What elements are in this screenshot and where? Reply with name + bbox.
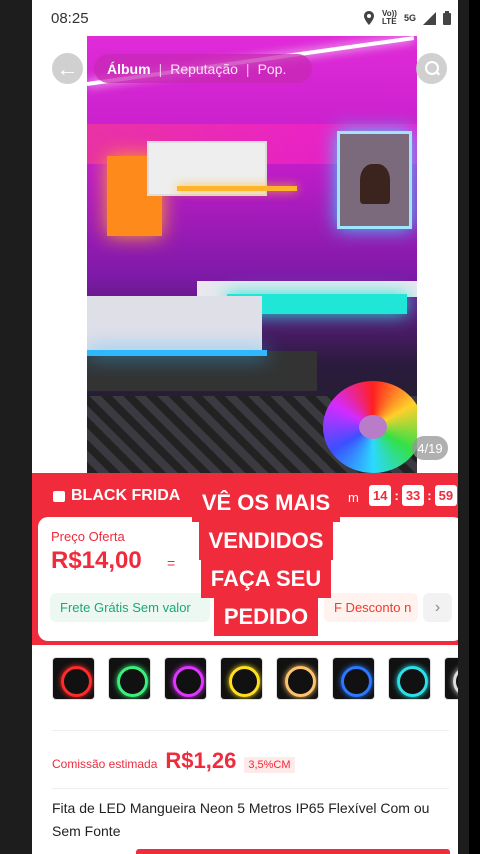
tab-separator: | — [158, 60, 163, 77]
product-image[interactable] — [87, 36, 417, 473]
battery-icon — [443, 11, 451, 25]
status-icons: Vo)) LTE 5G — [363, 10, 451, 26]
signal-icon — [423, 11, 436, 25]
timer-hours: 14 — [369, 485, 392, 506]
caption-line: FAÇA SEU — [200, 560, 332, 598]
right-frame — [458, 0, 469, 854]
tab-popular[interactable]: Pop. — [258, 61, 287, 77]
network-type: 5G — [403, 13, 416, 23]
variant-thumbnail[interactable] — [52, 657, 95, 700]
variant-thumbnail[interactable] — [164, 657, 207, 700]
image-counter: 4/19 — [412, 436, 448, 460]
black-friday-banner: BLACK FRIDA — [53, 487, 180, 505]
shopping-bag-icon — [53, 490, 65, 502]
variant-thumbnail[interactable] — [108, 657, 151, 700]
commission-row: Comissão estimada R$1,26 3,5%CM — [52, 748, 295, 774]
product-title: Fita de LED Mangueira Neon 5 Metros IP65… — [52, 800, 430, 839]
back-button[interactable]: ← — [52, 53, 83, 84]
led-roll-image — [323, 381, 417, 473]
buy-button[interactable] — [136, 849, 450, 854]
status-bar: 08:25 Vo)) LTE 5G — [32, 0, 469, 36]
clock: 08:25 — [51, 9, 89, 27]
variant-thumbnails — [52, 657, 469, 700]
left-frame — [0, 0, 32, 854]
commission-percent: 3,5%CM — [244, 757, 295, 773]
variant-thumbnail[interactable] — [276, 657, 319, 700]
location-icon — [364, 11, 375, 25]
tab-album[interactable]: Álbum — [107, 61, 151, 77]
countdown-timer: 14 : 33 : 59 — [369, 485, 458, 506]
timer-minutes: 33 — [401, 485, 425, 506]
tab-separator: | — [245, 60, 250, 77]
chevron-right-icon[interactable]: › — [423, 593, 452, 622]
variant-thumbnail[interactable] — [388, 657, 431, 700]
offer-price: R$14,00 — [51, 547, 142, 574]
divider — [52, 788, 449, 789]
commission-label: Comissão estimada — [52, 757, 158, 771]
video-caption-overlay: VÊ OS MAIS VENDIDOS FAÇA SEU PEDIDO — [182, 484, 350, 636]
divider — [52, 730, 449, 731]
commission-value: R$1,26 — [165, 748, 237, 773]
volte-indicator: Vo)) LTE — [382, 9, 397, 26]
gallery-tabs: Álbum | Reputação | Pop. — [94, 54, 312, 83]
equals-sign: = — [167, 555, 176, 571]
arrow-left-icon: ← — [56, 55, 79, 81]
banner-text: BLACK FRIDA — [71, 487, 181, 504]
search-icon[interactable] — [416, 53, 447, 84]
variant-thumbnail[interactable] — [220, 657, 263, 700]
app-screen: 08:25 Vo)) LTE 5G ← Álbum | Reputação | … — [32, 0, 469, 854]
caption-line: VÊ OS MAIS — [191, 484, 341, 522]
price-label: Preço Oferta — [51, 529, 125, 544]
tab-reputation[interactable]: Reputação — [170, 61, 238, 77]
variant-thumbnail[interactable] — [332, 657, 375, 700]
caption-line: VENDIDOS — [198, 522, 334, 560]
caption-line: PEDIDO — [213, 598, 319, 636]
timer-seconds: 59 — [434, 485, 458, 506]
